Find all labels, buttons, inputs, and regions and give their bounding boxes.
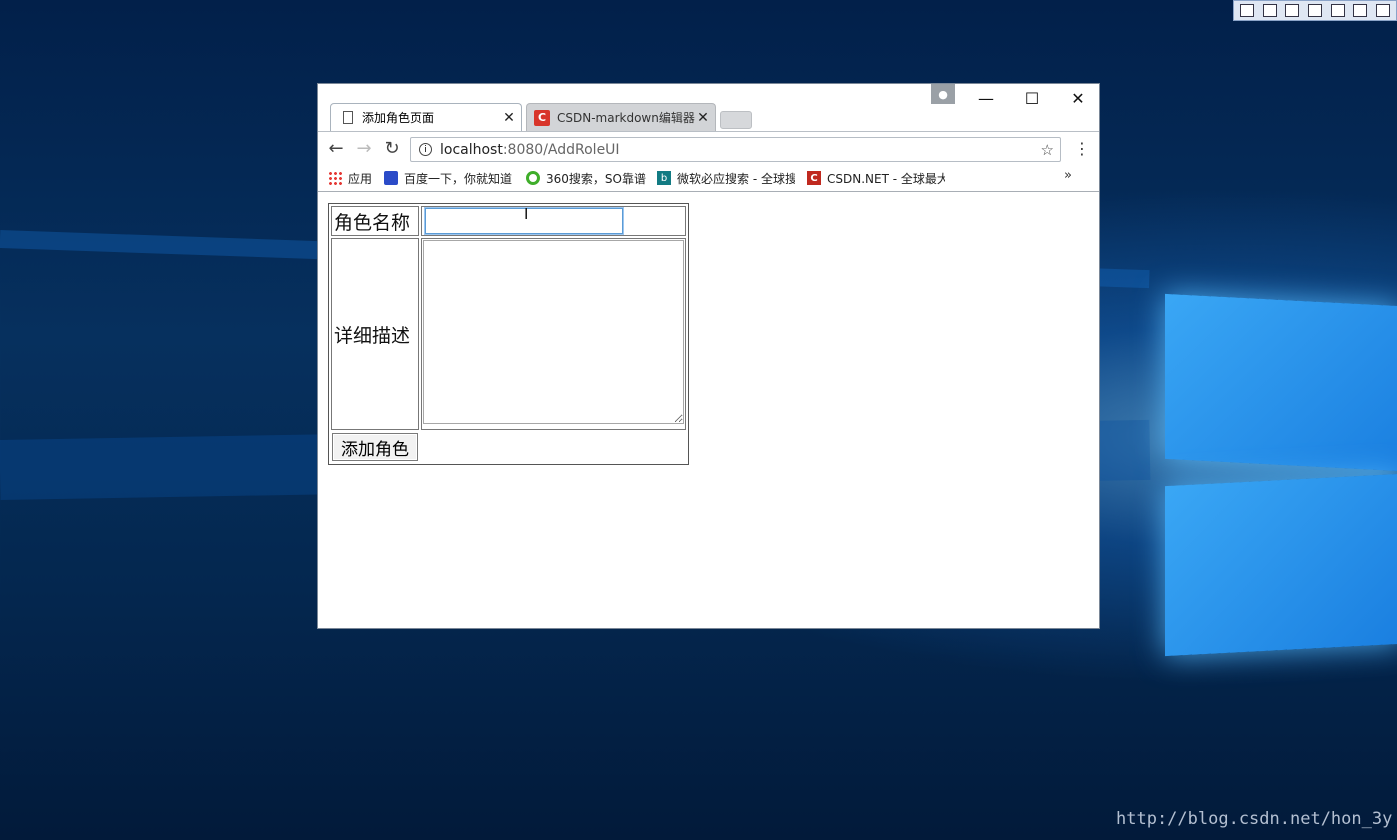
tab-title: CSDN-markdown编辑器 [557, 111, 695, 125]
submit-cell: 添加角色 [331, 432, 419, 462]
tab-title: 添加角色页面 [362, 111, 435, 125]
bookmark-apps[interactable]: 应用 [328, 169, 378, 187]
reload-icon[interactable]: ↻ [381, 137, 403, 159]
maximize-button[interactable]: ☐ [1009, 84, 1055, 112]
document-icon [343, 111, 353, 124]
bookmark-bing[interactable]: b 微软必应搜索 - 全球搜 [657, 169, 795, 187]
bookmark-360[interactable]: 360搜索，SO靠谱 [526, 169, 648, 187]
windows-logo [1100, 270, 1397, 700]
minimize-button[interactable]: — [963, 84, 1009, 112]
bookmark-label: 应用 [348, 171, 373, 186]
description-label: 详细描述 [331, 238, 419, 430]
bing-icon: b [657, 171, 671, 185]
title-bar: 添加角色页面 ✕ C CSDN-markdown编辑器 ✕ ● — ☐ ✕ [318, 84, 1099, 131]
profile-icon[interactable]: ● [931, 84, 955, 104]
tab-add-role[interactable]: 添加角色页面 ✕ [330, 103, 522, 131]
browser-toolbar: ← → ↻ i localhost:8080/AddRoleUI ☆ ⋮ [318, 131, 1099, 165]
kebab-menu-icon[interactable]: ⋮ [1074, 137, 1090, 159]
url-host: localhost [440, 141, 503, 158]
select-icon[interactable] [1307, 4, 1322, 17]
fullscreen-icon[interactable] [1353, 4, 1368, 17]
role-name-label: 角色名称 [331, 206, 419, 236]
csdn-icon: C [534, 109, 550, 126]
bookmark-label: 微软必应搜索 - 全球搜 [677, 171, 795, 186]
page-content: 角色名称 详细描述 添加角色 [318, 192, 1099, 628]
forward-arrow-icon[interactable]: → [353, 137, 375, 159]
role-name-cell [421, 206, 686, 236]
windows-logo-pane [1165, 293, 1397, 472]
pin-icon[interactable] [1330, 4, 1345, 17]
text-cursor-icon: I [524, 205, 529, 223]
address-bar[interactable]: i localhost:8080/AddRoleUI ☆ [410, 137, 1061, 162]
window-icon[interactable] [1262, 4, 1277, 17]
bookmark-baidu[interactable]: 百度一下，你就知道 [384, 169, 519, 187]
csdn-icon: C [807, 171, 821, 185]
star-bookmark-icon[interactable]: ☆ [1041, 141, 1054, 159]
bookmark-csdn[interactable]: C CSDN.NET - 全球最大 [807, 169, 945, 187]
add-role-button[interactable]: 添加角色 [332, 433, 418, 461]
bookmark-label: CSDN.NET - 全球最大 [827, 171, 945, 186]
close-window-button[interactable]: ✕ [1055, 84, 1101, 112]
restore-icon[interactable] [1285, 4, 1300, 17]
tab-close-icon[interactable]: ✕ [501, 110, 517, 126]
baidu-paw-icon [384, 171, 398, 185]
open-icon[interactable] [1240, 4, 1255, 17]
bookmark-label: 百度一下，你就知道 [404, 171, 513, 186]
description-cell [421, 238, 686, 430]
add-role-form: 角色名称 详细描述 添加角色 [328, 203, 689, 465]
tab-csdn-editor[interactable]: C CSDN-markdown编辑器 ✕ [526, 103, 716, 131]
info-icon[interactable]: i [419, 143, 432, 156]
screen-capture-toolbar [1233, 0, 1397, 21]
tab-close-icon[interactable]: ✕ [695, 110, 711, 126]
watermark-text: http://blog.csdn.net/hon_3y [1116, 809, 1393, 829]
url-path: :8080/AddRoleUI [502, 141, 620, 158]
new-tab-button[interactable] [720, 111, 752, 129]
download-icon[interactable] [1375, 4, 1390, 17]
back-arrow-icon[interactable]: ← [325, 137, 347, 159]
bookmarks-bar: 应用 百度一下，你就知道 360搜索，SO靠谱 b 微软必应搜索 - 全球搜 C… [318, 165, 1099, 192]
360-search-icon [526, 171, 540, 185]
empty-cell [421, 432, 686, 462]
bookmarks-overflow-icon[interactable]: » [1064, 168, 1072, 183]
windows-logo-pane [1165, 473, 1397, 657]
description-textarea[interactable] [423, 240, 684, 424]
apps-grid-icon [328, 171, 342, 185]
bookmark-label: 360搜索，SO靠谱 [546, 171, 646, 186]
browser-window: 添加角色页面 ✕ C CSDN-markdown编辑器 ✕ ● — ☐ ✕ ← … [317, 83, 1100, 629]
